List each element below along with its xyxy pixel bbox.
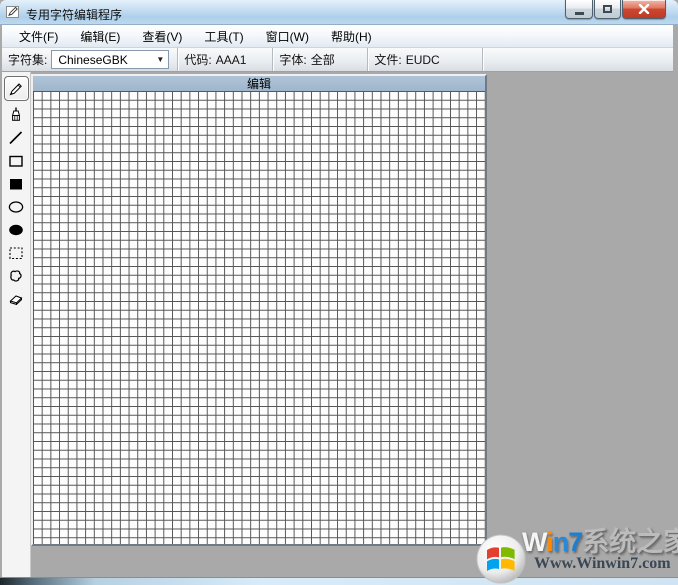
rect-select-icon: [7, 244, 25, 262]
code-value: AAA1: [216, 53, 247, 67]
filled-ellipse-icon: [7, 221, 25, 239]
edit-grid-canvas[interactable]: [33, 91, 485, 544]
file-label: 文件:: [374, 51, 401, 68]
maximize-icon: [603, 5, 612, 13]
charset-value: ChineseGBK: [58, 53, 127, 67]
menu-bar: 文件(F) 编辑(E) 查看(V) 工具(T) 窗口(W) 帮助(H): [2, 25, 673, 48]
freeform-select-icon: [7, 267, 25, 285]
filled-rectangle-tool-button[interactable]: [4, 172, 28, 195]
ellipse-tool-button[interactable]: [4, 195, 28, 218]
pencil-icon: [7, 80, 25, 98]
filled-rectangle-icon: [7, 175, 25, 193]
font-field: 字体: 全部: [273, 48, 368, 71]
app-pencil-icon: [6, 5, 20, 19]
mdi-background: 编辑: [31, 72, 673, 577]
brush-tool-button[interactable]: [4, 103, 28, 126]
rect-select-tool-button[interactable]: [4, 241, 28, 264]
line-tool-button[interactable]: [4, 126, 28, 149]
line-icon: [7, 129, 25, 147]
maximize-button[interactable]: [594, 0, 621, 19]
rectangle-icon: [7, 152, 25, 170]
menu-tools[interactable]: 工具(T): [193, 25, 254, 48]
app-window: 专用字符编辑程序 文件(F) 编辑(E) 查看(V) 工具(T) 窗口(W) 帮…: [0, 0, 678, 585]
edit-window-titlebar[interactable]: 编辑: [33, 76, 485, 91]
minimize-button[interactable]: [565, 0, 593, 19]
menu-help[interactable]: 帮助(H): [320, 25, 383, 48]
close-icon: [638, 4, 650, 14]
edit-child-window: 编辑: [31, 74, 487, 546]
minimize-icon: [575, 12, 584, 15]
bottom-window-frame: [0, 577, 678, 585]
charset-label: 字符集:: [8, 51, 47, 68]
window-controls: [565, 0, 666, 19]
edit-window-title: 编辑: [247, 75, 271, 92]
eraser-icon: [7, 290, 25, 308]
eraser-tool-button[interactable]: [4, 287, 28, 310]
client-area: 编辑: [2, 72, 673, 577]
font-value: 全部: [311, 51, 335, 68]
rectangle-tool-button[interactable]: [4, 149, 28, 172]
filled-ellipse-tool-button[interactable]: [4, 218, 28, 241]
charset-combobox[interactable]: ChineseGBK ▼: [51, 50, 169, 69]
menu-view[interactable]: 查看(V): [131, 25, 193, 48]
code-field: 代码: AAA1: [178, 48, 273, 71]
title-bar[interactable]: 专用字符编辑程序: [0, 0, 678, 25]
charset-group: 字符集: ChineseGBK ▼: [2, 48, 178, 71]
menu-window[interactable]: 窗口(W): [255, 25, 320, 48]
freeform-select-tool-button[interactable]: [4, 264, 28, 287]
menu-edit[interactable]: 编辑(E): [69, 25, 131, 48]
ellipse-icon: [7, 198, 25, 216]
brush-icon: [7, 106, 25, 124]
pencil-tool-button[interactable]: [4, 76, 29, 101]
window-title: 专用字符编辑程序: [26, 6, 122, 23]
file-field: 文件: EUDC: [368, 48, 483, 71]
close-button[interactable]: [622, 0, 666, 19]
font-label: 字体:: [279, 51, 306, 68]
tool-palette: [2, 72, 31, 577]
toolbar: 字符集: ChineseGBK ▼ 代码: AAA1 字体: 全部 文件: EU…: [2, 48, 673, 72]
chevron-down-icon: ▼: [156, 54, 164, 66]
file-value: EUDC: [406, 53, 440, 67]
menu-file[interactable]: 文件(F): [8, 25, 69, 48]
code-label: 代码:: [184, 51, 211, 68]
